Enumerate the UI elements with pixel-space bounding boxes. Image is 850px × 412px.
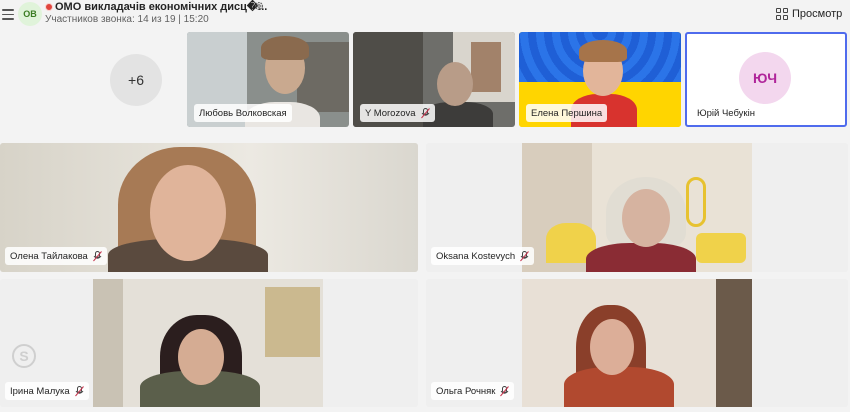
participant-name: Олена Тайлакова: [10, 250, 88, 262]
participant-tile-tailakova[interactable]: Олена Тайлакова: [0, 143, 418, 272]
grid-view-icon: [776, 8, 788, 20]
recording-indicator-icon: [45, 3, 53, 11]
mic-off-icon: [420, 107, 430, 118]
participant-tile-pershina[interactable]: Елена Першина: [519, 32, 681, 127]
mic-off-icon: [92, 250, 102, 261]
participant-name: Oksana Kostevych: [436, 250, 516, 262]
participant-tile-morozova[interactable]: Y Morozova: [353, 32, 515, 127]
mic-off-icon: [500, 385, 510, 396]
chat-avatar: ОВ: [18, 2, 42, 26]
participant-name-tag: Oksana Kostevych: [431, 247, 535, 265]
participant-tile-maluka[interactable]: Ірина Малука: [0, 279, 418, 407]
participant-video: [437, 62, 473, 106]
participant-name: Ольга Рочняк: [436, 385, 496, 397]
view-button[interactable]: Просмотр: [776, 6, 842, 22]
view-button-label: Просмотр: [792, 8, 843, 20]
participant-tile-rochnyak[interactable]: Ольга Рочняк: [426, 279, 848, 407]
participant-video: [150, 165, 226, 261]
participant-name-tag: Юрій Чебукін: [692, 104, 760, 122]
participant-name-tag: Олена Тайлакова: [5, 247, 107, 265]
settings-icon[interactable]: [254, 1, 264, 11]
mic-off-icon: [520, 250, 530, 261]
more-participants-button[interactable]: +6: [110, 54, 162, 106]
participant-name: Любовь Волковская: [199, 107, 287, 119]
chat-title[interactable]: ОМО викладачів економічних дисц�...: [55, 0, 267, 13]
participant-video: [178, 329, 224, 385]
participant-tile-kostevych[interactable]: Oksana Kostevych: [426, 143, 848, 272]
participant-video: [622, 189, 670, 247]
participant-name-tag: Y Morozova: [360, 104, 435, 122]
participant-name-tag: Любовь Волковская: [194, 104, 292, 122]
participant-name: Елена Першина: [531, 107, 603, 119]
participant-name: Y Morozova: [365, 107, 416, 119]
skype-watermark-icon: S: [12, 344, 36, 368]
participant-video: [590, 319, 634, 375]
participant-tile-chebukin[interactable]: ЮЧ Юрій Чебукін: [685, 32, 847, 127]
participant-name-tag: Ольга Рочняк: [431, 382, 515, 400]
participant-name: Юрій Чебукін: [697, 107, 755, 119]
mic-off-icon: [74, 385, 84, 396]
participant-name: Ірина Малука: [10, 385, 70, 397]
hamburger-menu-icon[interactable]: [2, 6, 14, 20]
participant-tile-lyubov[interactable]: Любовь Волковская: [187, 32, 349, 127]
participant-name-tag: Елена Першина: [526, 104, 608, 122]
avatar: ЮЧ: [739, 52, 791, 104]
participant-name-tag: Ірина Малука: [5, 382, 89, 400]
call-participant-count: Участников звонка: 14 из 19 | 15:20: [45, 14, 209, 25]
call-header: ОВ ОМО викладачів економічних дисц�... У…: [0, 0, 850, 30]
